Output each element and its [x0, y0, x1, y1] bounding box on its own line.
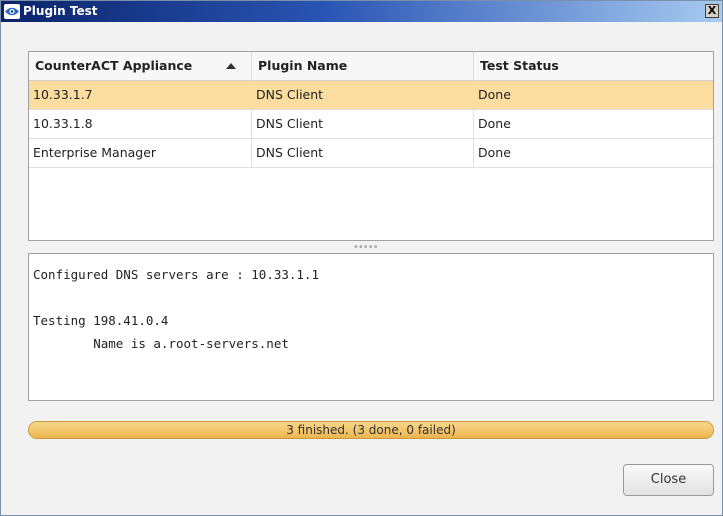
column-header-label: Test Status — [480, 58, 559, 73]
column-header-label: Plugin Name — [258, 58, 348, 73]
plugin-test-table: CounterACT Appliance Plugin Name Test St… — [28, 51, 714, 241]
table-row[interactable]: 10.33.1.7 DNS Client Done — [29, 81, 713, 110]
cell-plugin-name: DNS Client — [252, 110, 474, 138]
cell-appliance: 10.33.1.7 — [29, 81, 252, 109]
output-line: Testing 198.41.0.4 — [33, 313, 169, 328]
column-header-appliance[interactable]: CounterACT Appliance — [29, 52, 252, 80]
column-header-label: CounterACT Appliance — [35, 58, 193, 73]
output-line: Configured DNS servers are : 10.33.1.1 — [33, 267, 319, 282]
column-header-test-status[interactable]: Test Status — [474, 52, 713, 80]
close-window-button[interactable]: X — [705, 4, 719, 18]
progress-status-text: 3 finished. (3 done, 0 failed) — [286, 423, 456, 437]
sort-ascending-icon — [226, 63, 236, 69]
cell-test-status: Done — [478, 87, 511, 102]
window-title: Plugin Test — [23, 4, 98, 18]
cell-test-status: Done — [478, 116, 511, 131]
test-output-panel[interactable]: Configured DNS servers are : 10.33.1.1 T… — [28, 253, 714, 401]
cell-appliance: 10.33.1.8 — [29, 110, 252, 138]
test-progress-bar: 3 finished. (3 done, 0 failed) — [28, 421, 714, 439]
cell-plugin-name: DNS Client — [252, 139, 474, 167]
cell-plugin-name: DNS Client — [252, 81, 474, 109]
table-header: CounterACT Appliance Plugin Name Test St… — [29, 52, 713, 81]
split-pane-drag-handle[interactable]: ••••• — [353, 243, 378, 253]
output-line: Name is a.root-servers.net — [33, 336, 289, 351]
table-row[interactable]: 10.33.1.8 DNS Client Done — [29, 110, 713, 139]
column-header-plugin-name[interactable]: Plugin Name — [252, 52, 474, 80]
close-button[interactable]: Close — [623, 464, 714, 496]
plugin-test-dialog: Plugin Test X CounterACT Appliance Plugi… — [0, 0, 723, 516]
cell-appliance: Enterprise Manager — [29, 139, 252, 167]
app-eye-icon — [4, 4, 20, 19]
title-bar[interactable]: Plugin Test X — [1, 1, 722, 22]
table-row[interactable]: Enterprise Manager DNS Client Done — [29, 139, 713, 168]
cell-test-status: Done — [478, 145, 511, 160]
